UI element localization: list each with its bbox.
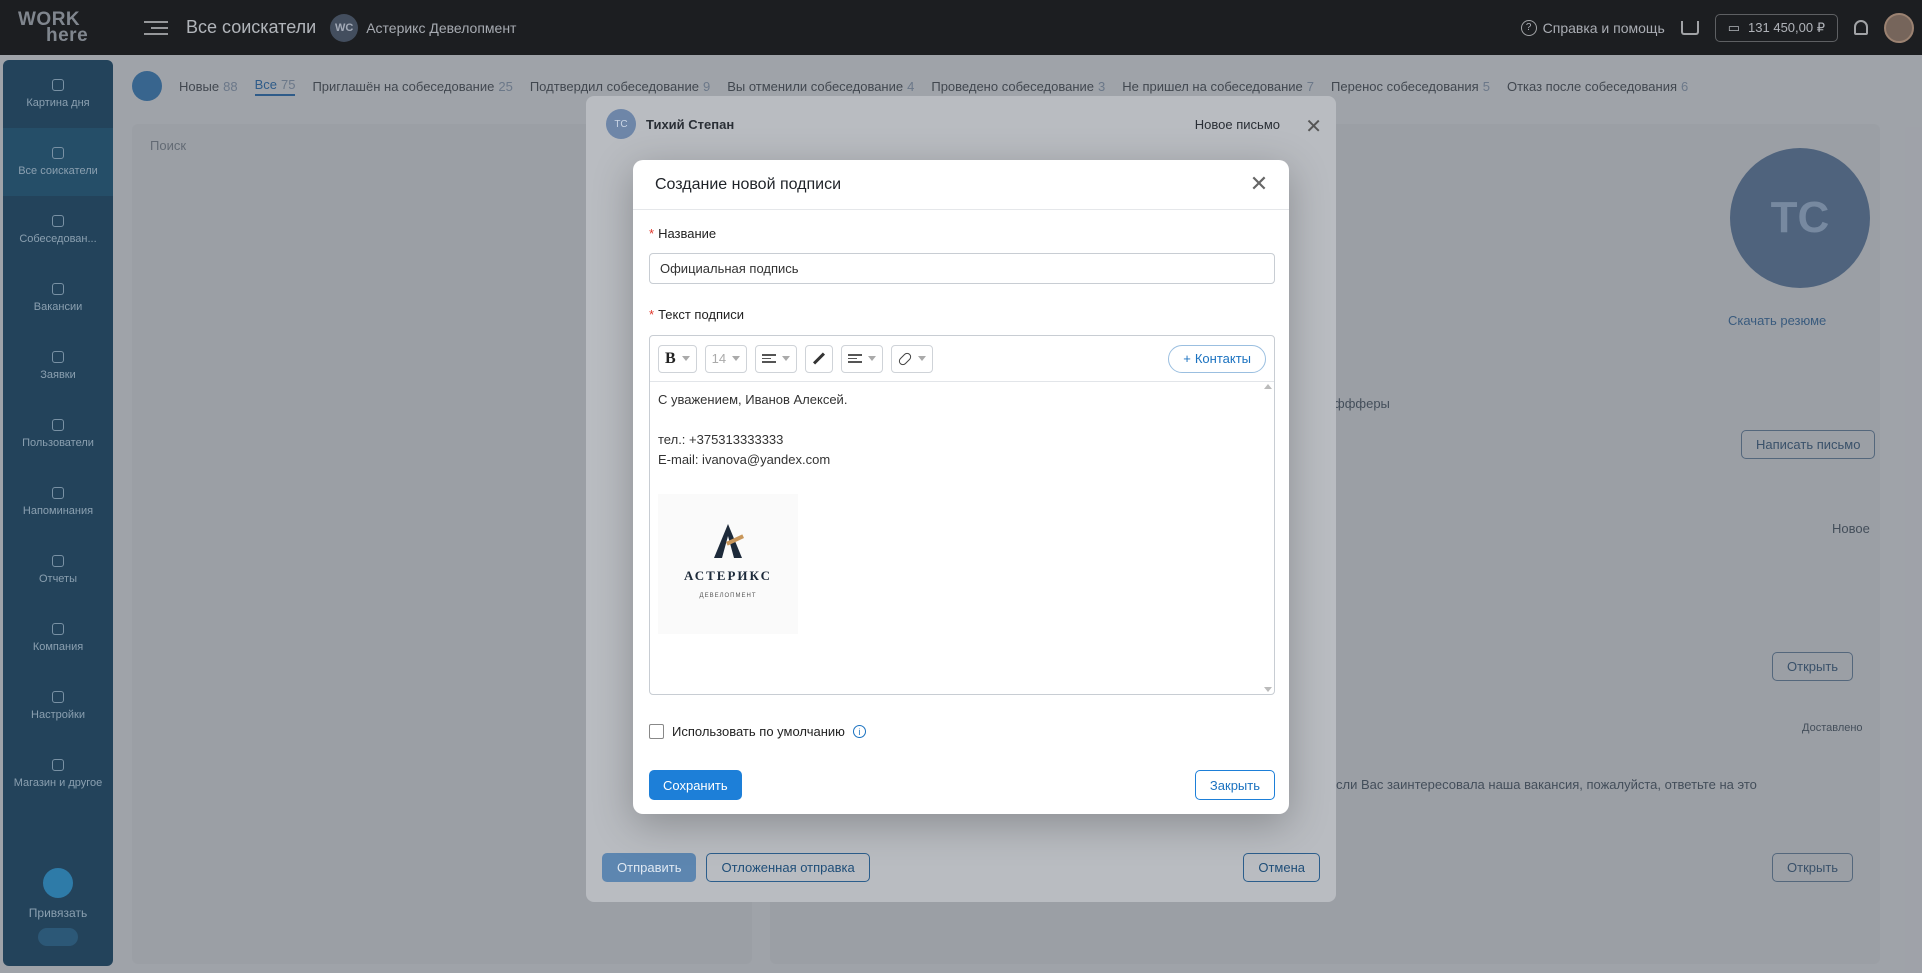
logo-word: АСТЕРИКС — [683, 568, 772, 583]
link-dropdown[interactable] — [891, 344, 934, 373]
bold-dropdown[interactable]: B — [658, 344, 697, 373]
email-type-label: Новое письмо — [1194, 116, 1280, 132]
bullet-list-icon — [848, 354, 863, 363]
close-icon[interactable]: ✕ — [1247, 171, 1271, 196]
chevron-down-icon — [918, 356, 927, 361]
default-label[interactable]: Использовать по умолчанию — [672, 724, 845, 739]
recipient-name: Тихий Степан — [646, 116, 735, 132]
chevron-down-icon — [782, 356, 791, 361]
signature-line: С уважением, Иванов Алексей. — [658, 392, 848, 407]
name-label-text: Название — [658, 226, 717, 241]
signature-name-input[interactable] — [649, 253, 1275, 284]
logo-mark — [708, 522, 748, 562]
font-size-value: 14 — [711, 351, 727, 366]
info-icon[interactable]: i — [852, 725, 866, 738]
signature-editor: B 14 + Контакты С уважением, Иванов Алекс… — [649, 335, 1275, 695]
plus-icon: + — [1183, 351, 1191, 366]
contacts-label: Контакты — [1194, 351, 1251, 366]
signature-line: тел.: +375313333333 — [658, 432, 784, 447]
signature-line: E-mail: ivanova@yandex.com — [658, 452, 831, 467]
logo-subtitle: ДЕВЕЛОПМЕНТ — [699, 593, 757, 599]
default-checkbox-row: Использовать по умолчанию i — [649, 724, 866, 739]
font-size-dropdown[interactable]: 14 — [704, 344, 748, 373]
dialog-title: Создание новой подписи — [655, 175, 842, 193]
required-mark: * — [649, 226, 655, 241]
chevron-down-icon — [732, 356, 741, 361]
default-checkbox[interactable] — [649, 724, 664, 739]
align-left-icon — [762, 354, 777, 363]
send-button[interactable]: Отправить — [602, 853, 697, 882]
editor-content[interactable]: С уважением, Иванов Алексей. тел.: +3753… — [650, 382, 1274, 694]
bold-icon: B — [665, 349, 676, 367]
required-mark: * — [649, 307, 655, 322]
text-field-label: * Текст подписи — [649, 307, 744, 322]
delayed-send-button[interactable]: Отложенная отправка — [706, 853, 870, 882]
close-button[interactable]: Закрыть — [1194, 770, 1275, 800]
contacts-button[interactable]: + Контакты — [1168, 344, 1266, 373]
name-field-label: * Название — [649, 226, 716, 241]
list-dropdown[interactable] — [841, 344, 884, 373]
editor-scrollbar[interactable] — [1264, 382, 1274, 694]
editor-toolbar: B 14 + Контакты — [650, 336, 1274, 382]
align-dropdown[interactable] — [755, 344, 798, 373]
chevron-down-icon — [868, 356, 877, 361]
pen-icon — [813, 352, 826, 365]
color-button[interactable] — [805, 344, 834, 373]
link-icon — [897, 350, 913, 367]
close-icon[interactable]: ✕ — [1305, 114, 1322, 139]
signature-dialog: Создание новой подписи ✕ *Название *Текс… — [633, 160, 1289, 814]
recipient-avatar: ТС — [606, 109, 636, 139]
text-label-text: Текст подписи — [658, 307, 745, 322]
cancel-button[interactable]: Отмена — [1243, 853, 1320, 882]
scroll-down-arrow[interactable] — [1264, 687, 1272, 692]
company-logo-image: АСТЕРИКС ДЕВЕЛОПМЕНТ — [658, 494, 798, 634]
scroll-up-arrow[interactable] — [1264, 384, 1272, 389]
signature-line — [658, 410, 1266, 430]
chevron-down-icon — [681, 356, 690, 361]
save-button[interactable]: Сохранить — [649, 770, 742, 800]
